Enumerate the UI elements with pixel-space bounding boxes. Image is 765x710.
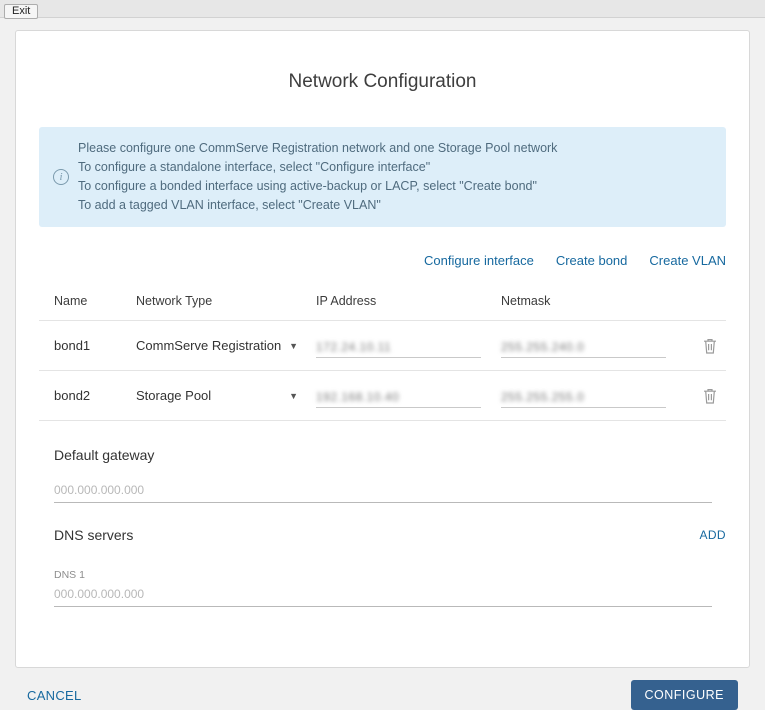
exit-button[interactable]: Exit: [4, 4, 38, 19]
chevron-down-icon: ▼: [289, 341, 298, 351]
column-header-actions: [696, 294, 726, 308]
dns1-label: DNS 1: [39, 569, 726, 581]
trash-icon: [702, 337, 718, 355]
trash-icon: [702, 387, 718, 405]
table-header: Name Network Type IP Address Netmask: [39, 294, 726, 321]
ip-address-value: 192.168.10.40: [316, 390, 399, 404]
interface-name: bond1: [54, 338, 136, 353]
delete-row-button[interactable]: [702, 387, 718, 405]
add-dns-button[interactable]: ADD: [699, 528, 726, 542]
netmask-field[interactable]: 255.255.240.0: [501, 334, 666, 358]
dns1-input[interactable]: [54, 583, 712, 607]
table-row: bond1 CommServe Registration ▼ 172.24.10…: [39, 321, 726, 371]
column-header-name: Name: [54, 294, 136, 308]
column-header-netmask: Netmask: [501, 294, 696, 308]
configure-interface-link[interactable]: Configure interface: [424, 253, 534, 268]
info-text: Please configure one CommServe Registrat…: [78, 139, 557, 215]
info-line-4: To add a tagged VLAN interface, select "…: [78, 196, 557, 215]
info-line-3: To configure a bonded interface using ac…: [78, 177, 557, 196]
create-vlan-link[interactable]: Create VLAN: [649, 253, 726, 268]
network-configuration-dialog: Network Configuration i Please configure…: [15, 30, 750, 668]
dns1-field-wrap: [54, 583, 712, 607]
delete-row-button[interactable]: [702, 337, 718, 355]
dns-servers-label: DNS servers: [54, 527, 133, 543]
default-gateway-input[interactable]: [54, 479, 712, 503]
netmask-value: 255.255.255.0: [501, 390, 584, 404]
netmask-value: 255.255.240.0: [501, 340, 584, 354]
dialog-footer: CANCEL CONFIGURE: [0, 680, 765, 710]
cancel-button[interactable]: CANCEL: [27, 688, 82, 703]
column-header-network-type: Network Type: [136, 294, 316, 308]
default-gateway-label: Default gateway: [39, 447, 726, 463]
info-line-2: To configure a standalone interface, sel…: [78, 158, 557, 177]
network-type-value: CommServe Registration: [136, 338, 281, 353]
interface-name: bond2: [54, 388, 136, 403]
ip-address-field[interactable]: 172.24.10.11: [316, 334, 481, 358]
topbar: Exit: [0, 0, 765, 18]
ip-address-value: 172.24.10.11: [316, 340, 391, 354]
ip-address-field[interactable]: 192.168.10.40: [316, 384, 481, 408]
network-type-select[interactable]: CommServe Registration ▼: [136, 338, 298, 353]
info-line-1: Please configure one CommServe Registrat…: [78, 139, 557, 158]
info-box: i Please configure one CommServe Registr…: [39, 127, 726, 227]
network-type-select[interactable]: Storage Pool ▼: [136, 388, 298, 403]
action-links: Configure interface Create bond Create V…: [39, 253, 726, 268]
info-icon: i: [53, 169, 69, 185]
network-type-value: Storage Pool: [136, 388, 211, 403]
default-gateway-field-wrap: [54, 479, 712, 503]
netmask-field[interactable]: 255.255.255.0: [501, 384, 666, 408]
page-title: Network Configuration: [39, 71, 726, 93]
dns-servers-header: DNS servers ADD: [39, 527, 726, 543]
column-header-ip-address: IP Address: [316, 294, 501, 308]
chevron-down-icon: ▼: [289, 391, 298, 401]
table-row: bond2 Storage Pool ▼ 192.168.10.40 255.2…: [39, 371, 726, 421]
create-bond-link[interactable]: Create bond: [556, 253, 628, 268]
configure-button[interactable]: CONFIGURE: [631, 680, 739, 710]
